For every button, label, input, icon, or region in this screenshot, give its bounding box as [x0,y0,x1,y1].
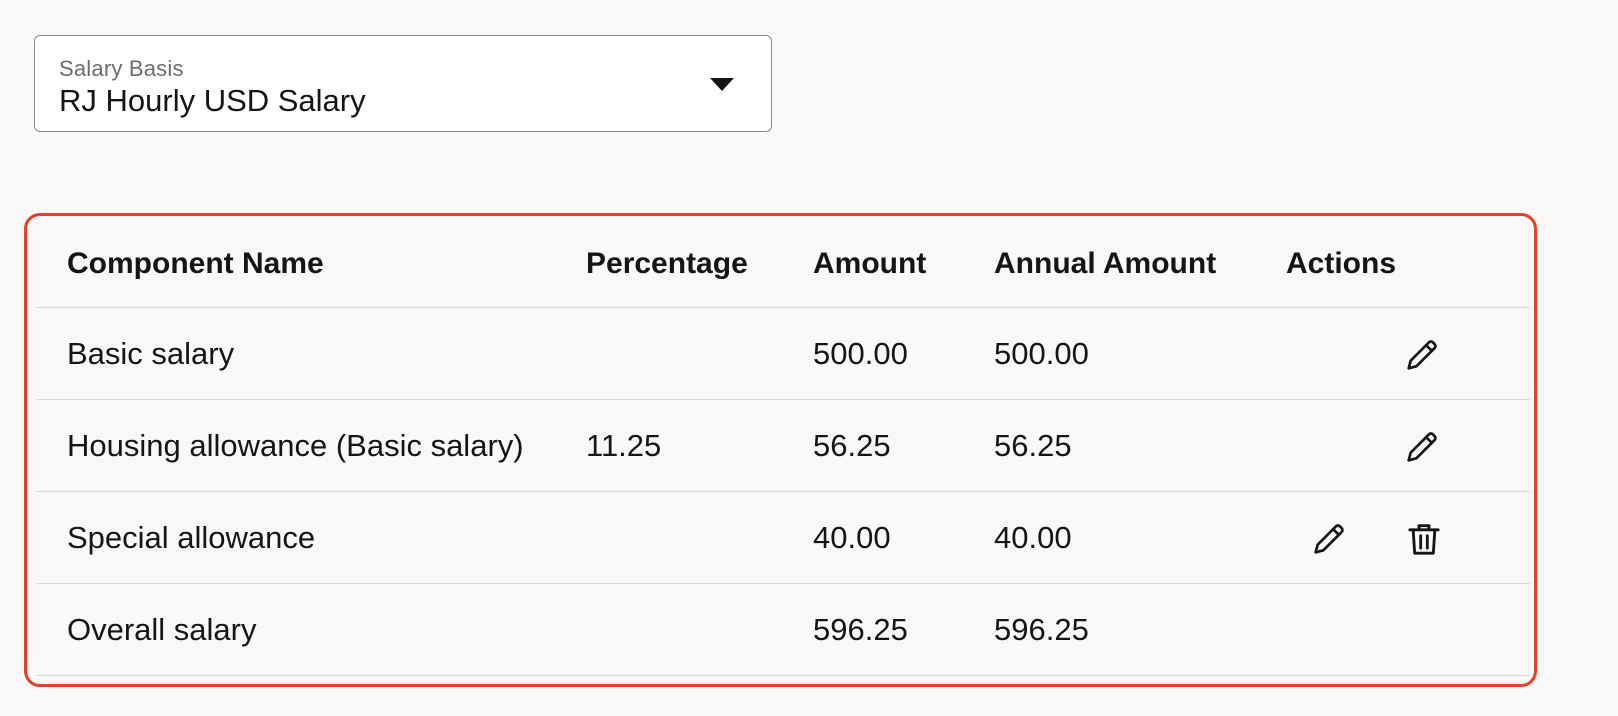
header-component-name: Component Name [67,246,324,280]
edit-button[interactable] [1400,333,1444,377]
component-name: Overall salary [67,611,257,647]
pencil-icon [1407,340,1437,370]
header-actions: Actions [1286,246,1397,280]
pencil-icon [1314,524,1344,554]
table-row-basic-salary: Basic salary 500.00 500.00 [36,308,1530,400]
annual-amount-value: 500.00 [994,335,1089,371]
header-percentage: Percentage [586,246,748,280]
amount-value: 596.25 [813,611,908,647]
header-annual-amount: Annual Amount [994,246,1217,280]
table-row-overall-salary: Overall salary 596.25 596.25 [36,584,1530,676]
component-name: Housing allowance (Basic salary) [67,427,524,463]
edit-button[interactable] [1400,425,1444,469]
percentage-value: 11.25 [586,427,662,463]
trash-icon [1408,524,1440,555]
salary-basis-label: Salary Basis [59,56,184,81]
component-name: Basic salary [67,335,235,371]
header-amount: Amount [813,246,927,280]
edit-button[interactable] [1307,517,1351,561]
salary-basis-value: RJ Hourly USD Salary [59,83,366,118]
annual-amount-value: 596.25 [994,611,1089,647]
amount-value: 40.00 [813,519,891,555]
delete-button[interactable] [1402,517,1446,561]
chevron-down-icon[interactable] [710,78,734,91]
annual-amount-value: 40.00 [994,519,1072,555]
salary-components-table: Component Name Percentage Amount Annual … [24,213,1537,687]
table-row-special-allowance: Special allowance 40.00 40.00 [36,492,1530,584]
salary-basis-select[interactable]: Salary Basis RJ Hourly USD Salary [34,35,772,132]
table-row-housing-allowance: Housing allowance (Basic salary) 11.25 5… [36,400,1530,492]
amount-value: 56.25 [813,427,891,463]
component-name: Special allowance [67,519,316,555]
pencil-icon [1407,432,1437,462]
table-header-row: Component Name Percentage Amount Annual … [36,216,1530,308]
amount-value: 500.00 [813,335,908,371]
annual-amount-value: 56.25 [994,427,1072,463]
